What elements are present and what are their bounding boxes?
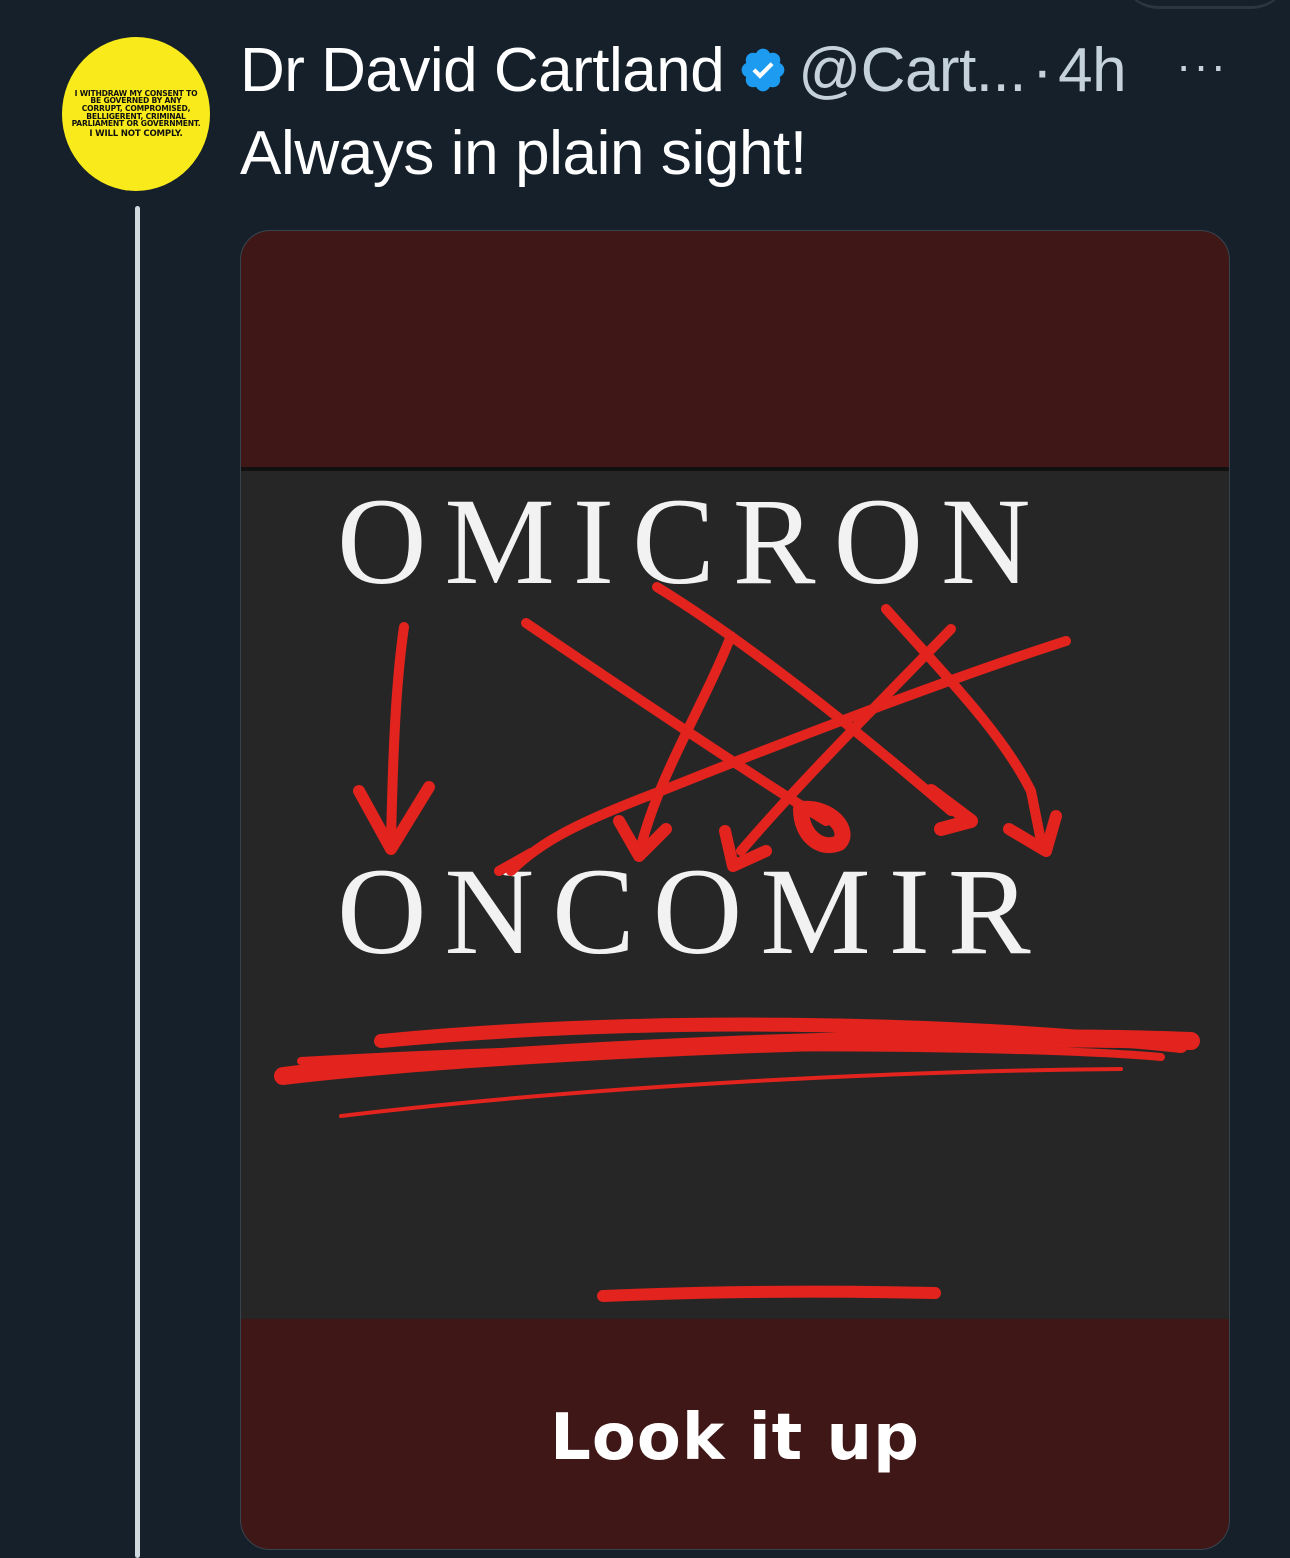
timestamp[interactable]: 4h — [1058, 35, 1126, 106]
display-name[interactable]: Dr David Cartland — [240, 35, 725, 106]
thread-line — [135, 206, 140, 1558]
avatar[interactable]: I WITHDRAW MY CONSENT TO BE GOVERNED BY … — [62, 37, 210, 191]
verified-badge-icon[interactable] — [738, 45, 788, 95]
avatar-text: I WITHDRAW MY CONSENT TO BE GOVERNED BY … — [71, 88, 201, 129]
tweet-media[interactable]: OMICRON ONCOMIR Look it up — [240, 230, 1230, 1550]
avatar-text-tail: I WILL NOT COMPLY. — [89, 128, 183, 139]
user-handle[interactable]: @Cart... — [798, 35, 1026, 106]
tweet-view: I WITHDRAW MY CONSENT TO BE GOVERNED BY … — [0, 0, 1290, 1558]
tweet-text: Always in plain sight! — [240, 119, 807, 188]
separator-dot: · — [1031, 35, 1053, 105]
more-options-icon[interactable]: ··· — [1176, 42, 1228, 88]
red-arrow-scribbles — [274, 582, 1200, 1302]
top-edge-remnant — [1120, 0, 1290, 9]
tweet-header: Dr David Cartland @Cart... · 4h — [240, 30, 1230, 110]
